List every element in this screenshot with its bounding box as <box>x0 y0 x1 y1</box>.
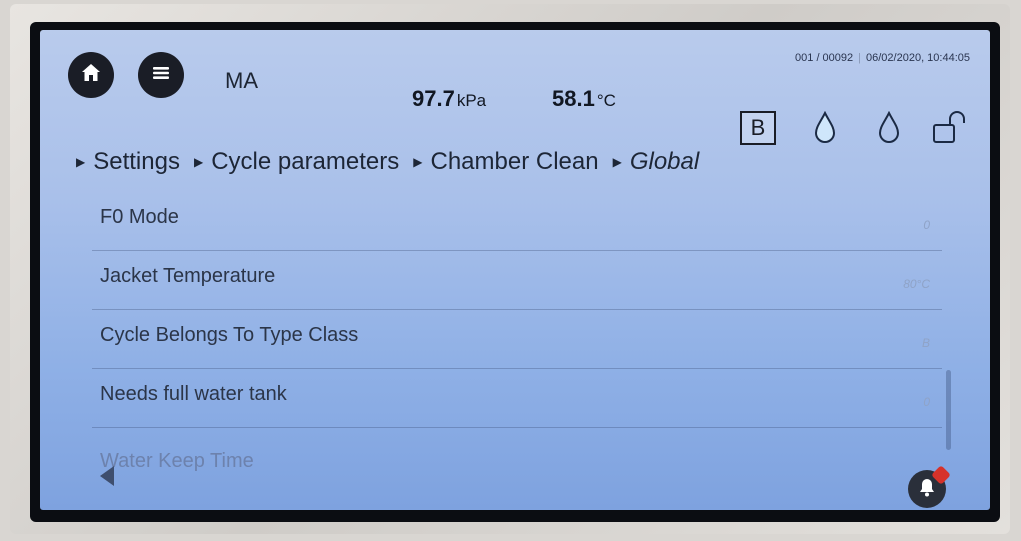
temperature-value: 58.1 <box>552 86 595 111</box>
pressure-unit: kPa <box>456 91 487 110</box>
parameter-label: Cycle Belongs To Type Class <box>100 324 359 346</box>
mode-badge[interactable]: B <box>740 110 776 146</box>
parameter-value: 80°C <box>903 277 930 291</box>
breadcrumb-cycle-parameters[interactable]: Cycle parameters <box>211 148 399 176</box>
breadcrumb-settings[interactable]: Settings <box>93 148 180 176</box>
parameter-label: Water Keep Time <box>100 450 254 472</box>
user-initials: MA <box>225 68 258 93</box>
temperature-reading: 58.1 °C <box>552 86 616 112</box>
pressure-reading: 97.7 kPa <box>412 86 486 112</box>
parameter-row-cycle-type-class[interactable]: Cycle Belongs To Type Class B <box>92 310 942 369</box>
parameter-label: Jacket Temperature <box>100 265 276 287</box>
parameter-label: Needs full water tank <box>100 383 287 405</box>
menu-button[interactable] <box>138 52 184 98</box>
parameter-value: 0 <box>923 218 930 232</box>
parameter-value: B <box>921 336 930 350</box>
breadcrumb-arrow-icon: ▶ <box>413 155 423 169</box>
unlocked-padlock-icon[interactable] <box>930 110 970 146</box>
home-button[interactable] <box>68 52 114 98</box>
home-icon <box>79 61 103 90</box>
alarm-button[interactable] <box>908 465 951 508</box>
menu-icon <box>150 62 172 89</box>
parameter-row-jacket-temperature[interactable]: Jacket Temperature 80°C <box>92 251 942 310</box>
back-arrow-icon[interactable] <box>100 466 114 486</box>
parameter-row-water-keep-time[interactable]: Water Keep Time <box>92 428 942 472</box>
breadcrumb-arrow-icon: ▶ <box>612 155 622 169</box>
parameter-row-f0-mode[interactable]: F0 Mode 0 <box>92 192 942 251</box>
parameter-value: 0 <box>923 395 930 409</box>
breadcrumb-chamber-clean[interactable]: Chamber Clean <box>430 148 598 176</box>
touch-display: MA 001 / 00092 | 06/02/2020, 10:44:05 97.7… <box>40 30 990 510</box>
parameter-row-needs-full-water-tank[interactable]: Needs full water tank 0 <box>92 369 942 428</box>
pressure-value: 97.7 <box>412 86 455 111</box>
temperature-unit: °C <box>596 91 616 110</box>
breadcrumb-arrow-icon: ▶ <box>193 155 204 169</box>
breadcrumb-arrow-icon: ▶ <box>76 155 86 169</box>
parameter-list: F0 Mode 0 Jacket Temperature 80°C Cycle … <box>92 192 942 472</box>
water-drop-filled-icon <box>810 110 840 146</box>
breadcrumb-global: Global <box>629 148 700 175</box>
water-drop-outline-icon <box>874 110 904 146</box>
list-scrollbar[interactable] <box>946 370 951 450</box>
date-time: 06/02/2020, 10:44:05 <box>866 52 970 64</box>
status-line: 001 / 00092 | 06/02/2020, 10:44:05 <box>795 52 970 64</box>
parameter-label: F0 Mode <box>100 206 179 228</box>
cycle-counter: 001 / 00092 <box>795 52 854 64</box>
breadcrumb: ▶ Settings ▶ Cycle parameters ▶ Chamber … <box>76 148 713 176</box>
